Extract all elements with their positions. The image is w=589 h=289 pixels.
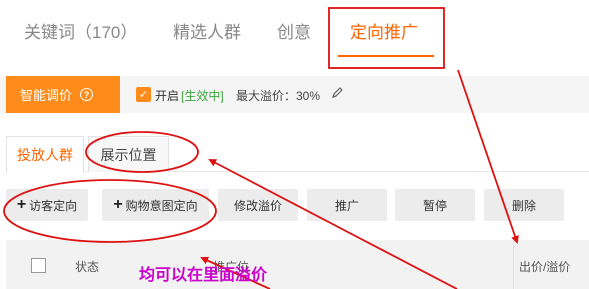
enable-checkbox[interactable]: ✓ xyxy=(136,87,151,102)
plus-icon: + xyxy=(113,196,123,213)
enable-label: 开启 xyxy=(155,89,180,103)
table-header: 状态 推广位 出价/溢价 xyxy=(6,240,589,289)
add-visitor-targeting-label: 访客定向 xyxy=(29,198,78,213)
tab-keywords[interactable]: 关键词（170） xyxy=(24,18,137,43)
tab-selected-crowd[interactable]: 精选人群 xyxy=(173,18,241,43)
status-badge: [生效中] xyxy=(181,89,224,103)
top-tab-bar: 关键词（170） 精选人群 创意 定向推广 xyxy=(0,0,589,62)
tab-creative[interactable]: 创意 xyxy=(277,18,311,43)
smart-pricing-bar: 智能调价 ? ✓ 开启 [生效中] 最大溢价：30% xyxy=(0,76,589,113)
help-icon[interactable]: ? xyxy=(80,88,94,101)
tab-targeted-promotion[interactable]: 定向推广 xyxy=(350,18,418,43)
max-premium-text: 最大溢价：30% xyxy=(236,89,321,103)
smart-pricing-label: 智能调价 xyxy=(20,88,73,103)
promote-button[interactable]: 推广 xyxy=(307,189,387,221)
pause-button[interactable]: 暂停 xyxy=(395,189,475,221)
active-tab-indicator xyxy=(338,55,434,57)
tab-display-position[interactable]: 展示位置 xyxy=(88,136,169,172)
plus-icon: + xyxy=(16,196,27,213)
edit-premium-button[interactable]: 修改溢价 xyxy=(218,189,298,221)
smart-pricing-button[interactable]: 智能调价 ? xyxy=(6,76,120,113)
add-shopping-intent-button[interactable]: + 购物意图定向 xyxy=(102,189,209,221)
annotation-text: 均可以在里面溢价 xyxy=(139,267,268,284)
select-all-checkbox[interactable] xyxy=(31,258,46,273)
pencil-icon[interactable] xyxy=(331,86,344,105)
add-visitor-targeting-button[interactable]: + 访客定向 xyxy=(6,189,88,221)
col-bid-premium: 出价/溢价 xyxy=(519,260,571,274)
add-shopping-intent-label: 购物意图定向 xyxy=(125,198,198,213)
tab-target-crowd[interactable]: 投放人群 xyxy=(6,136,84,173)
delete-button[interactable]: 删除 xyxy=(484,189,564,221)
col-status: 状态 xyxy=(75,260,100,274)
sub-tab-bar: 投放人群 展示位置 xyxy=(6,136,589,173)
column-divider xyxy=(513,240,514,289)
